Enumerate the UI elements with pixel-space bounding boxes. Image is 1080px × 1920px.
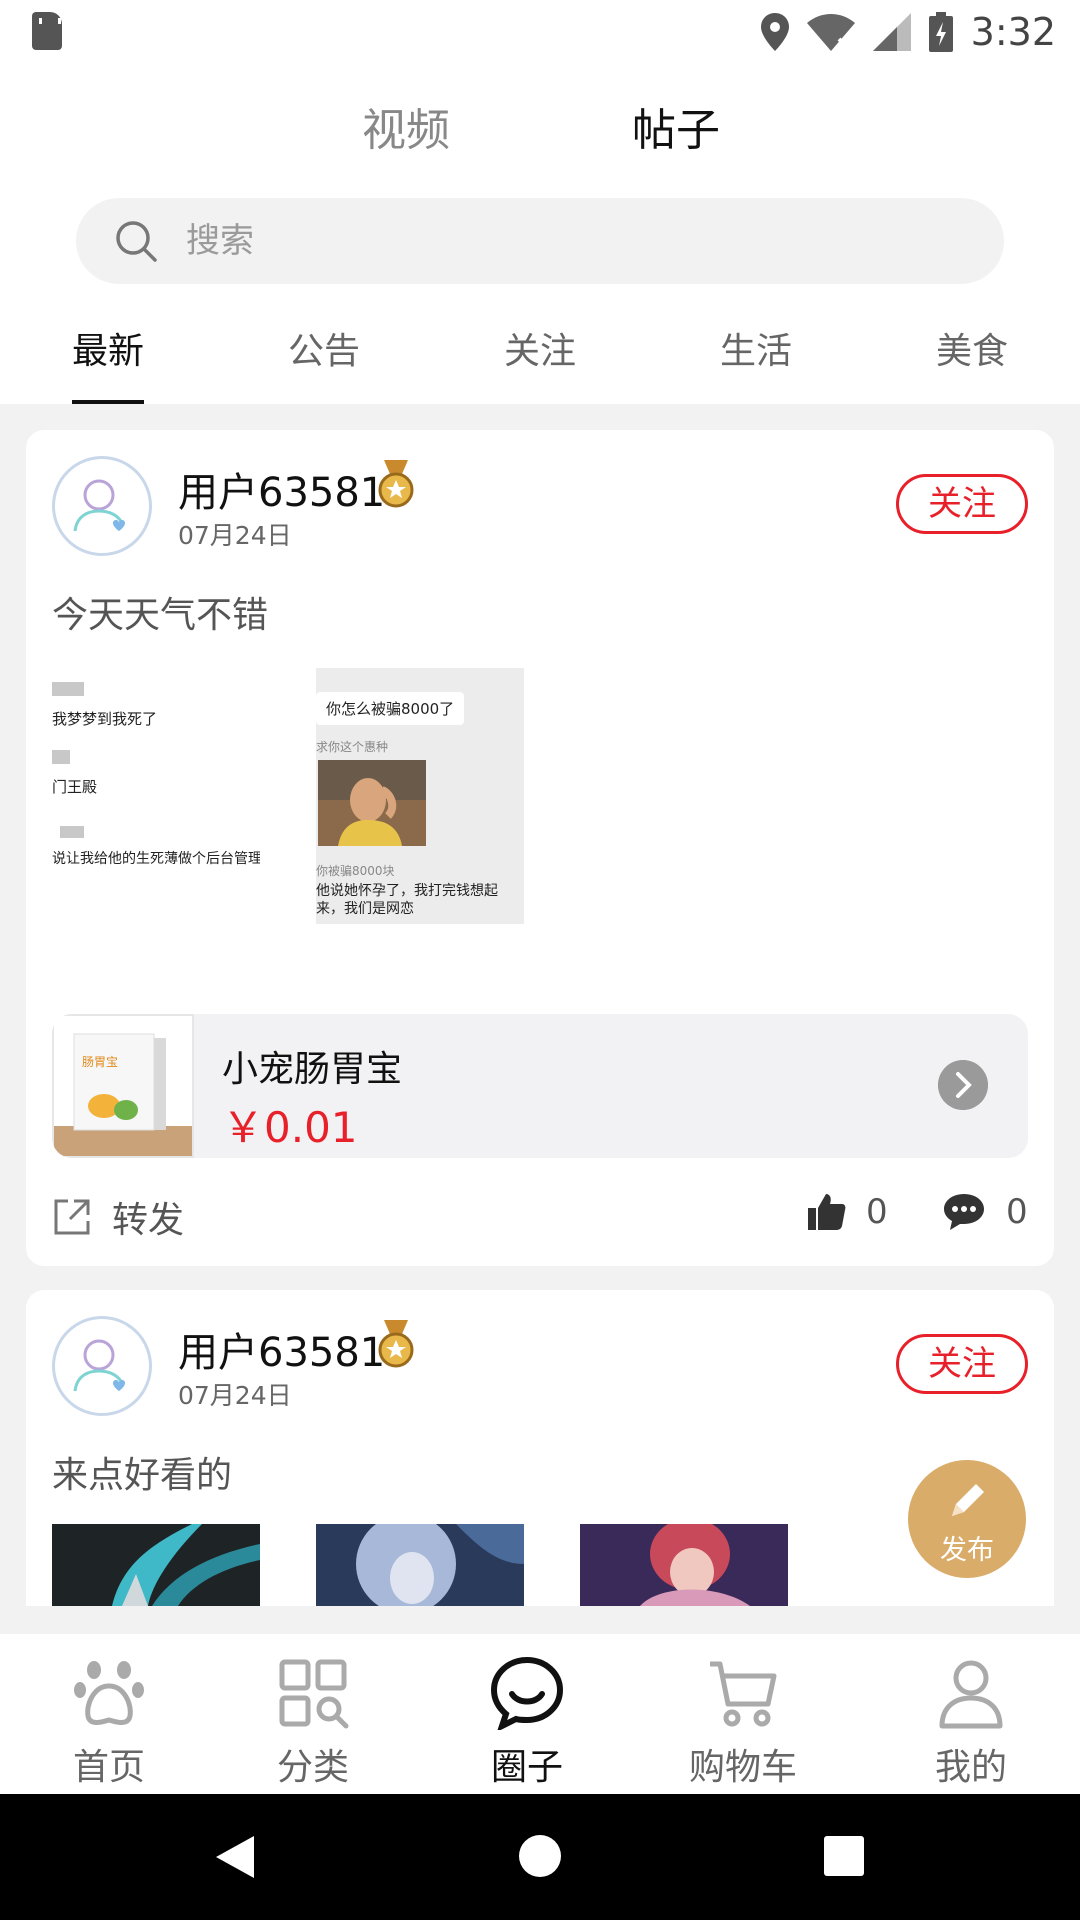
user-avatar-icon bbox=[73, 479, 125, 532]
comment-button[interactable]: 0 bbox=[942, 1192, 1028, 1232]
system-nav-bar bbox=[0, 1794, 1080, 1920]
avatar[interactable] bbox=[52, 1316, 152, 1416]
share-icon bbox=[54, 1199, 90, 1235]
pencil-icon bbox=[952, 1484, 984, 1516]
chevron-right-icon[interactable] bbox=[938, 1060, 988, 1110]
nav-label: 购物车 bbox=[688, 1747, 797, 1788]
search-bar[interactable] bbox=[76, 198, 1004, 284]
battery-icon bbox=[928, 12, 953, 52]
paw-icon bbox=[74, 1661, 144, 1725]
tab-video[interactable]: 视频 bbox=[362, 94, 450, 158]
post-feed[interactable]: 用户63581 07月24日 关注 今天天气不错 我梦梦到我死了 门王殿 说让我… bbox=[0, 404, 1080, 1606]
nav-label: 首页 bbox=[72, 1747, 145, 1788]
share-label: 转发 bbox=[112, 1200, 185, 1241]
nav-label: 圈子 bbox=[490, 1747, 563, 1788]
username[interactable]: 用户63581 bbox=[178, 1320, 385, 1378]
wifi-icon bbox=[806, 14, 855, 51]
image-caption: 你怎么被骗8000了 bbox=[316, 692, 465, 725]
user-icon bbox=[939, 1660, 1003, 1729]
image-caption: 你被骗8000块 bbox=[316, 864, 395, 878]
header: 视频 帖子 最新 公告 关注 生活 美食 bbox=[0, 64, 1080, 404]
tab-latest[interactable]: 最新 bbox=[72, 322, 144, 374]
username[interactable]: 用户63581 bbox=[178, 460, 385, 518]
post-image[interactable]: 你怎么被骗8000了 求你这个惠种 你被骗8000块 他说她怀孕了，我打完钱想起… bbox=[316, 668, 524, 924]
comment-count: 0 bbox=[1006, 1192, 1028, 1232]
post-date: 07月24日 bbox=[178, 1381, 292, 1410]
tab-food[interactable]: 美食 bbox=[936, 322, 1008, 374]
tab-following[interactable]: 关注 bbox=[504, 322, 576, 374]
search-input[interactable] bbox=[186, 216, 886, 266]
back-icon[interactable] bbox=[214, 1834, 256, 1880]
product-image: 肠胃宝 bbox=[52, 1014, 194, 1158]
follow-button[interactable]: 关注 bbox=[896, 474, 1028, 534]
nav-profile[interactable]: 我的 bbox=[896, 1634, 1046, 1794]
product-price: ￥0.01 bbox=[222, 1103, 358, 1152]
avatar[interactable] bbox=[52, 456, 152, 556]
product-box-label: 肠胃宝 bbox=[82, 1055, 118, 1069]
post-image[interactable] bbox=[52, 1524, 260, 1606]
recents-icon[interactable] bbox=[824, 1836, 864, 1876]
signal-icon bbox=[872, 13, 911, 51]
like-button[interactable]: 0 bbox=[806, 1192, 888, 1232]
post-card[interactable]: 用户63581 07月24日 关注 来点好看的 bbox=[26, 1290, 1054, 1606]
tab-life[interactable]: 生活 bbox=[720, 322, 792, 374]
medal-icon bbox=[378, 1320, 414, 1368]
share-button[interactable]: 转发 bbox=[52, 1192, 184, 1242]
top-tabs: 视频 帖子 bbox=[0, 94, 1080, 164]
category-tabs: 最新 公告 关注 生活 美食 bbox=[0, 322, 1080, 404]
nav-cart[interactable]: 购物车 bbox=[668, 1634, 818, 1794]
status-bar: 3:32 bbox=[0, 0, 1080, 64]
thumbs-up-icon bbox=[808, 1194, 846, 1230]
nav-home[interactable]: 首页 bbox=[34, 1634, 184, 1794]
image-caption: 门王殿 bbox=[52, 778, 98, 796]
clock: 3:32 bbox=[970, 10, 1056, 54]
product-name: 小宠肠胃宝 bbox=[222, 1049, 403, 1090]
image-caption: 说让我给他的生死薄做个后台管理 bbox=[52, 851, 260, 867]
image-caption: 他说她怀孕了，我打完钱想起来，我们是网恋 bbox=[316, 883, 498, 917]
location-icon bbox=[760, 13, 789, 51]
photo-thumbnail bbox=[318, 760, 426, 846]
publish-label: 发布 bbox=[940, 1535, 994, 1566]
nav-label: 我的 bbox=[934, 1747, 1007, 1788]
nav-circle[interactable]: 圈子 bbox=[452, 1634, 602, 1794]
search-icon bbox=[116, 221, 157, 262]
post-text: 来点好看的 bbox=[52, 1455, 233, 1496]
post-text: 今天天气不错 bbox=[52, 595, 269, 636]
circle-chat-icon bbox=[490, 1656, 564, 1730]
cart-icon bbox=[710, 1661, 777, 1727]
post-date: 07月24日 bbox=[178, 521, 292, 550]
like-count: 0 bbox=[866, 1192, 888, 1232]
post-image[interactable]: 我梦梦到我死了 门王殿 说让我给他的生死薄做个后台管理 bbox=[52, 668, 260, 924]
comment-icon bbox=[944, 1194, 984, 1230]
home-icon[interactable] bbox=[518, 1834, 562, 1878]
sd-card-icon bbox=[32, 12, 62, 50]
nav-label: 分类 bbox=[276, 1747, 349, 1788]
tab-posts[interactable]: 帖子 bbox=[632, 94, 720, 158]
product-card[interactable]: 肠胃宝 小宠肠胃宝 ￥0.01 bbox=[52, 1014, 1028, 1158]
nav-category[interactable]: 分类 bbox=[238, 1634, 388, 1794]
medal-icon bbox=[378, 460, 414, 508]
image-caption: 我梦梦到我死了 bbox=[52, 710, 158, 728]
image-caption: 求你这个惠种 bbox=[316, 740, 389, 754]
publish-button[interactable]: 发布 bbox=[908, 1460, 1026, 1578]
category-icon bbox=[279, 1659, 349, 1729]
user-avatar-icon bbox=[73, 1339, 125, 1392]
post-image[interactable] bbox=[580, 1524, 788, 1606]
follow-button[interactable]: 关注 bbox=[896, 1334, 1028, 1394]
tab-announcement[interactable]: 公告 bbox=[288, 322, 360, 374]
post-card[interactable]: 用户63581 07月24日 关注 今天天气不错 我梦梦到我死了 门王殿 说让我… bbox=[26, 430, 1054, 1266]
bottom-nav: 首页 分类 圈子 购物车 我的 bbox=[0, 1634, 1080, 1794]
post-image[interactable] bbox=[316, 1524, 524, 1606]
